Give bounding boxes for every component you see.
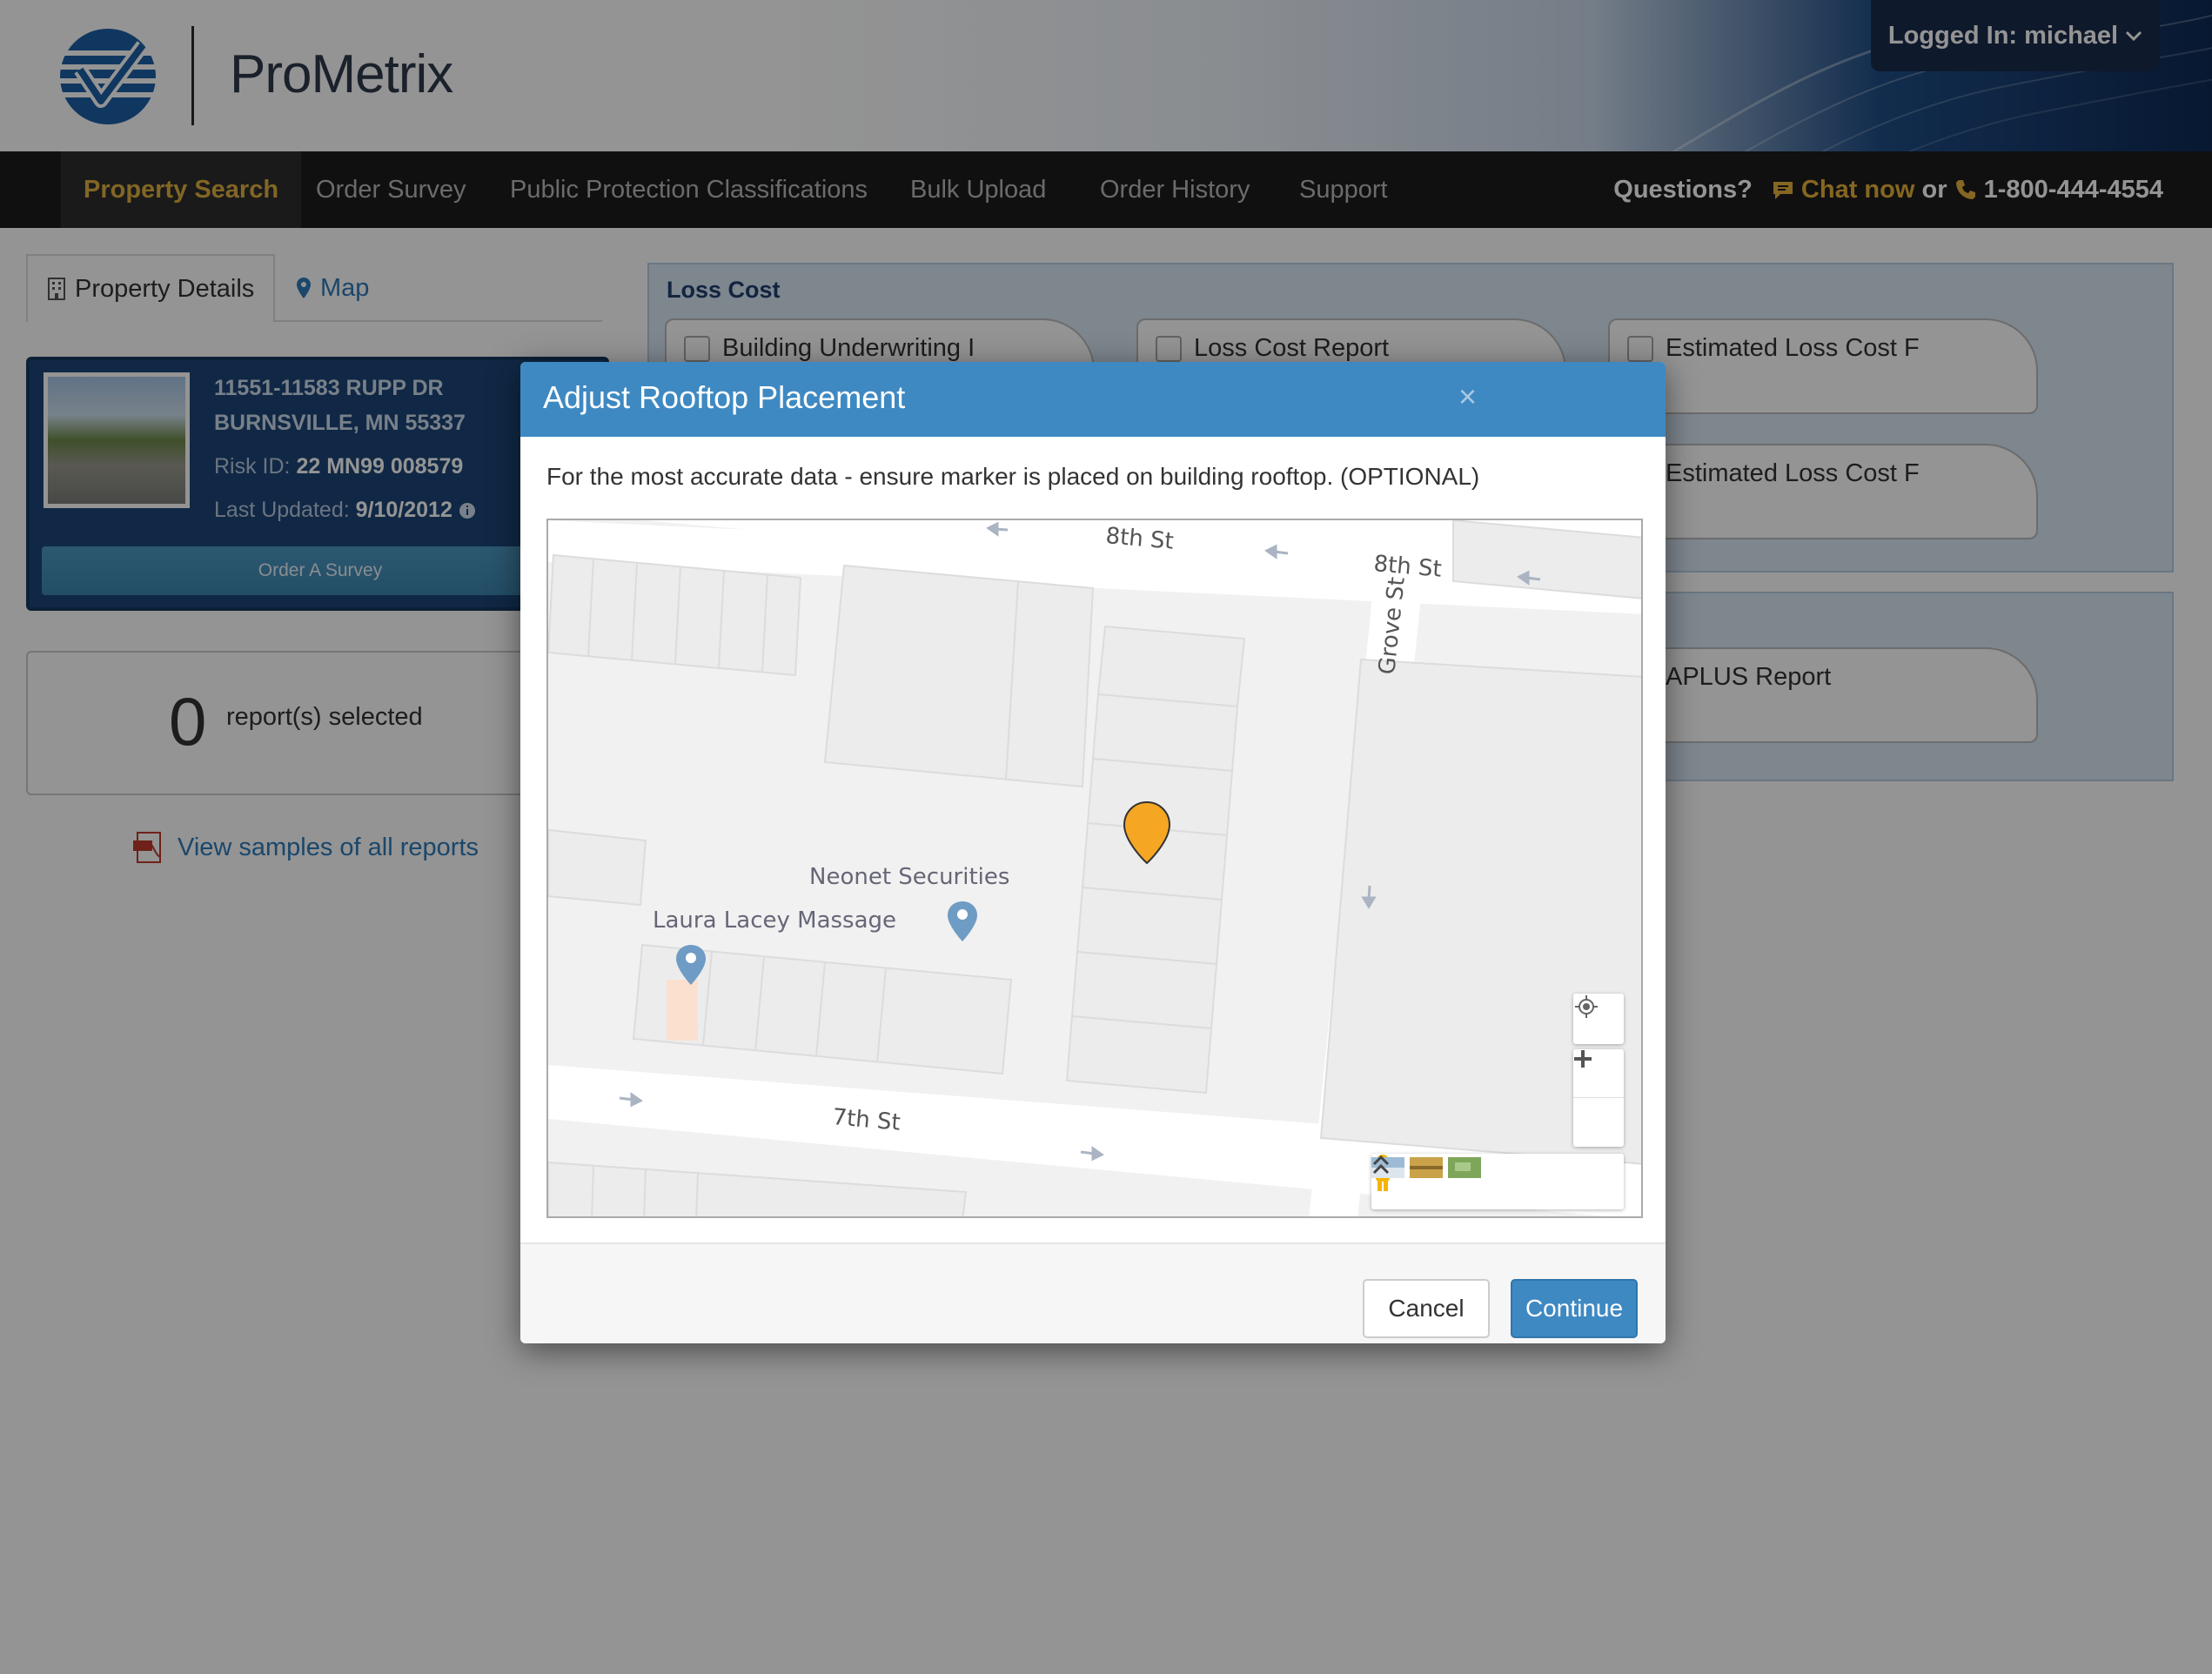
locate-icon bbox=[1575, 995, 1598, 1018]
chevron-up-double-icon[interactable] bbox=[1371, 1154, 1391, 1176]
modal-header: Adjust Rooftop Placement × bbox=[520, 362, 1666, 437]
rooftop-map[interactable]: 8th St 8th St Grove St 7th St Neonet Sec… bbox=[546, 519, 1643, 1218]
map-type-bar bbox=[1371, 1154, 1624, 1209]
zoom-controls bbox=[1573, 1049, 1624, 1147]
close-icon[interactable]: × bbox=[1458, 381, 1477, 412]
map-canvas: 8th St 8th St Grove St 7th St Neonet Sec… bbox=[548, 520, 1641, 1216]
my-location-button[interactable] bbox=[1573, 994, 1624, 1044]
modal-title: Adjust Rooftop Placement bbox=[543, 379, 906, 415]
modal-footer: Cancel Continue bbox=[520, 1242, 1666, 1343]
cancel-button[interactable]: Cancel bbox=[1363, 1279, 1490, 1338]
poi-label-neonet: Neonet Securities bbox=[809, 864, 1009, 890]
poi-pin-neonet bbox=[948, 901, 977, 941]
poi-footprint bbox=[667, 980, 698, 1041]
zoom-out-button[interactable] bbox=[1573, 1057, 1624, 1147]
modal-instructions: For the most accurate data - ensure mark… bbox=[546, 463, 1480, 490]
adjust-rooftop-modal: Adjust Rooftop Placement × For the most … bbox=[520, 362, 1666, 1343]
continue-button[interactable]: Continue bbox=[1511, 1279, 1638, 1338]
minus-icon bbox=[1574, 1057, 1592, 1061]
poi-label-laura-lacey: Laura Lacey Massage bbox=[653, 907, 896, 934]
